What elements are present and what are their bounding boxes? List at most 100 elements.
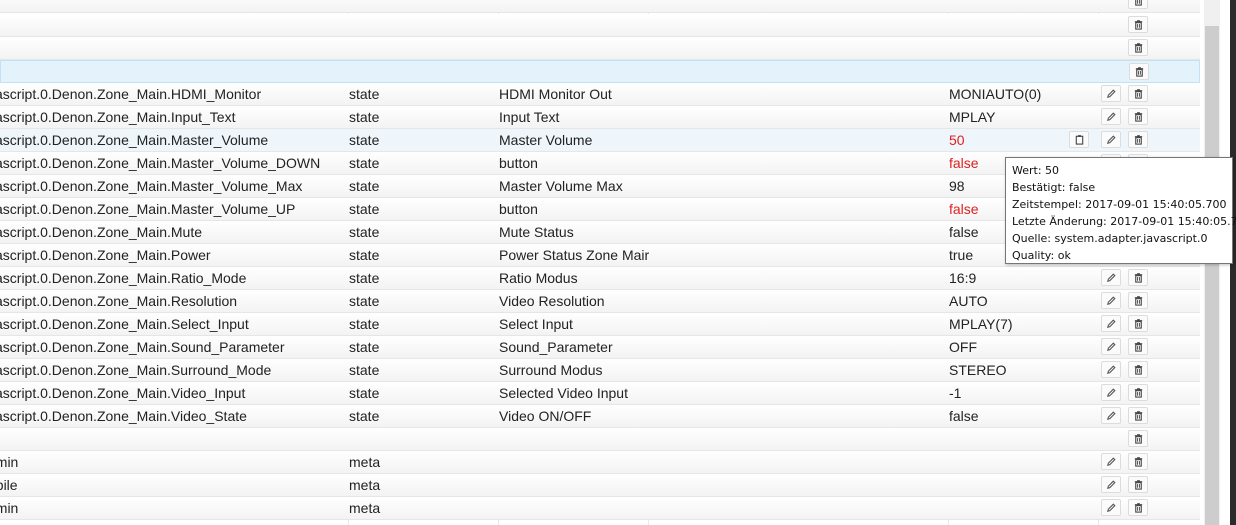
edit-button[interactable]	[1101, 384, 1121, 401]
delete-button[interactable]	[1128, 476, 1148, 493]
table-row[interactable]: vascript.0.Denon.Zone_Main.Surround_Mode…	[0, 359, 1200, 382]
pencil-icon	[1106, 88, 1117, 99]
type-cell: state	[349, 362, 380, 378]
table-row[interactable]	[0, 428, 1200, 451]
trash-icon	[1133, 318, 1144, 329]
delete-button[interactable]	[1128, 131, 1148, 148]
table-row[interactable]: vascript.0.Denon.Zone_Main.Master_Volume…	[0, 129, 1200, 152]
table-row[interactable]: obile meta	[0, 474, 1200, 497]
value-cell	[949, 474, 1089, 496]
edit-button[interactable]	[1101, 292, 1121, 309]
object-id-cell: dmin	[0, 454, 19, 470]
delete-button[interactable]	[1128, 407, 1148, 424]
pencil-icon	[1106, 295, 1117, 306]
value-cell: AUTO	[949, 293, 988, 309]
trash-icon	[1133, 88, 1144, 99]
delete-button[interactable]	[1128, 16, 1148, 33]
trash-icon	[1133, 134, 1144, 145]
edit-button[interactable]	[1101, 269, 1121, 286]
delete-button[interactable]	[1128, 338, 1148, 355]
table-row[interactable]: vascript.0.Denon.Zone_Main.Video_State st…	[0, 405, 1200, 428]
table-row[interactable]	[0, 14, 1200, 37]
table-row[interactable]: vascript.0.Denon.Zone_Main.HDMI_Monitor s…	[0, 83, 1200, 106]
copy-button[interactable]	[1069, 131, 1089, 148]
table-row[interactable]: vascript.0.Denon.Zone_Main.Resolution sta…	[0, 290, 1200, 313]
pencil-icon	[1106, 387, 1117, 398]
type-cell: meta	[349, 454, 381, 470]
table-row[interactable]: dmin meta	[0, 451, 1200, 474]
delete-button[interactable]	[1128, 108, 1148, 125]
name-cell: Select Input	[499, 316, 573, 332]
edit-button[interactable]	[1101, 407, 1121, 424]
value-cell	[949, 14, 1089, 36]
pencil-icon	[1106, 272, 1117, 283]
name-cell	[499, 428, 649, 450]
delete-button[interactable]	[1128, 292, 1148, 309]
value-tooltip: Wert: 50 Bestätigt: false Zeitstempel: 2…	[1005, 157, 1236, 264]
object-id-cell: vascript.0.Denon.Zone_Main.Ratio_Mode	[0, 270, 247, 286]
edit-button[interactable]	[1101, 108, 1121, 125]
type-cell: state	[349, 132, 380, 148]
value-cell: 50	[949, 132, 965, 148]
object-id-cell	[0, 0, 346, 12]
scrollbar-thumb[interactable]	[1205, 26, 1219, 525]
delete-button[interactable]	[1128, 453, 1148, 470]
edit-button[interactable]	[1101, 85, 1121, 102]
edit-button[interactable]	[1101, 338, 1121, 355]
table-row[interactable]	[0, 0, 1200, 13]
name-cell: Video ON/OFF	[499, 408, 592, 424]
pencil-icon	[1106, 364, 1117, 375]
name-cell	[499, 37, 649, 59]
delete-button[interactable]	[1128, 315, 1148, 332]
delete-button[interactable]	[1129, 63, 1149, 80]
table-row[interactable]: vascript.0.Denon.Zone_Main.Ratio_Mode sta…	[0, 267, 1200, 290]
edit-button[interactable]	[1101, 499, 1121, 516]
table-row[interactable]: vascript.0.Denon.Zone_Main.Sound_Paramet…	[0, 336, 1200, 359]
table-row[interactable]: vascript.0.Denon.Zone_Main.Input_Text sta…	[0, 106, 1200, 129]
object-id-cell: vascript.0.Denon.Zone_Main.Master_Volume…	[0, 155, 321, 171]
tooltip-line-timestamp: Zeitstempel: 2017-09-01 15:40:05.700	[1012, 198, 1227, 211]
table-row[interactable]: vascript.0.Denon.Zone_Main.Video_Input st…	[0, 382, 1200, 405]
type-cell: state	[349, 339, 380, 355]
pencil-icon	[1106, 111, 1117, 122]
trash-icon	[1133, 387, 1144, 398]
name-cell: HDMI Monitor Out	[499, 86, 612, 102]
delete-button[interactable]	[1128, 430, 1148, 447]
delete-button[interactable]	[1128, 361, 1148, 378]
table-row[interactable]: dmin meta	[0, 497, 1200, 520]
type-cell: state	[349, 155, 380, 171]
value-cell	[949, 497, 1089, 519]
trash-icon	[1133, 456, 1144, 467]
object-id-cell: obile	[0, 477, 18, 493]
trash-icon	[1133, 433, 1144, 444]
edit-button[interactable]	[1101, 315, 1121, 332]
name-cell	[500, 61, 650, 83]
edit-button[interactable]	[1101, 131, 1121, 148]
trash-icon	[1133, 0, 1144, 6]
trash-icon	[1133, 410, 1144, 421]
edit-button[interactable]	[1101, 476, 1121, 493]
trash-icon	[1133, 479, 1144, 490]
name-cell: Power Status Zone Mair	[499, 247, 649, 263]
name-cell: Sound_Parameter	[499, 339, 613, 355]
type-cell: state	[349, 178, 380, 194]
value-cell	[950, 61, 1090, 83]
delete-button[interactable]	[1128, 384, 1148, 401]
edit-button[interactable]	[1101, 361, 1121, 378]
delete-button[interactable]	[1128, 499, 1148, 516]
delete-button[interactable]	[1128, 85, 1148, 102]
delete-button[interactable]	[1128, 0, 1148, 9]
delete-button[interactable]	[1128, 269, 1148, 286]
tooltip-line-lastchange: Letzte Änderung: 2017-09-01 15:40:05.700	[1012, 215, 1236, 228]
tooltip-line-ack: Bestätigt: false	[1012, 181, 1096, 194]
clipboard-icon	[1074, 134, 1085, 145]
value-cell: STEREO	[949, 362, 1007, 378]
value-cell: MPLAY	[949, 109, 996, 125]
table-row[interactable]	[0, 60, 1200, 83]
table-row[interactable]: vascript.0.Denon.Zone_Main.Select_Input s…	[0, 313, 1200, 336]
type-cell: state	[349, 293, 380, 309]
edit-button[interactable]	[1101, 453, 1121, 470]
table-row[interactable]	[0, 37, 1200, 60]
object-id-cell: vascript.0.Denon.Zone_Main.Select_Input	[0, 316, 249, 332]
delete-button[interactable]	[1128, 39, 1148, 56]
